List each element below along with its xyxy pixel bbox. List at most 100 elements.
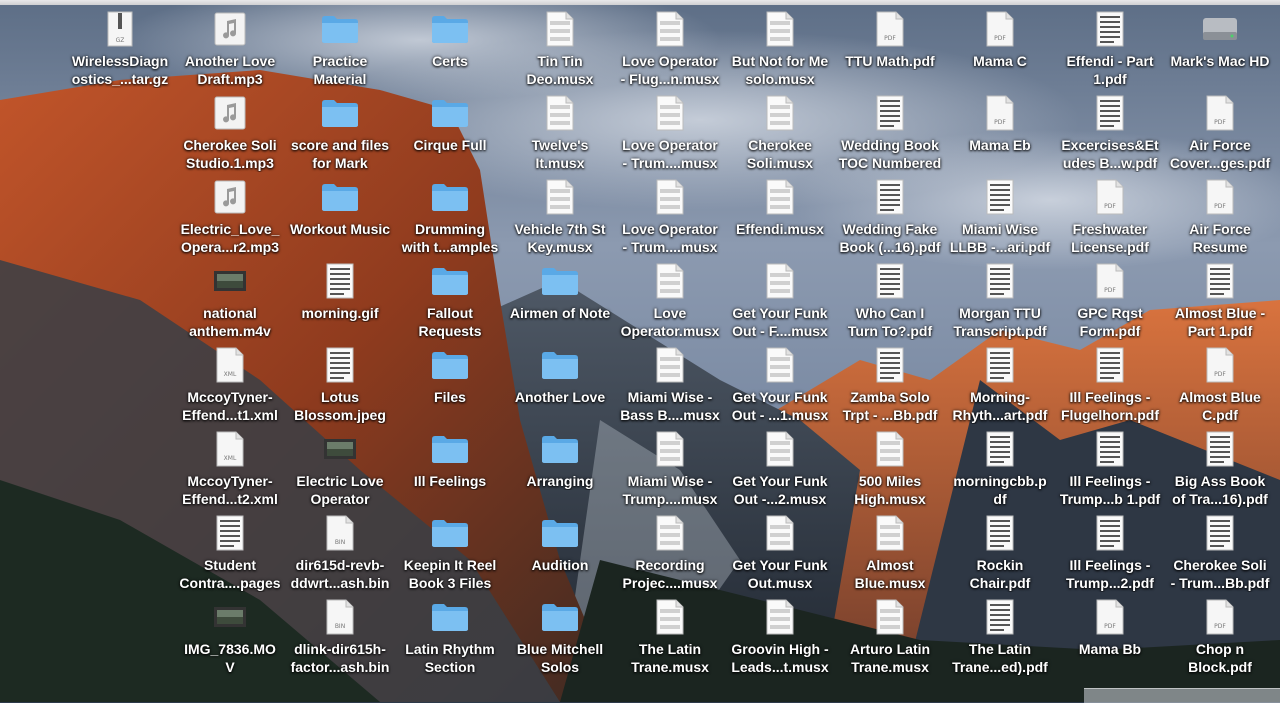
desktop-item[interactable]: Lotus Blossom.jpeg (285, 346, 395, 430)
desktop-item-label: Love Operator - Flug...n.musx (620, 53, 720, 87)
desktop-item[interactable]: Effendi.musx (725, 178, 835, 262)
desktop-item[interactable]: Big Ass Book of Tra...16).pdf (1165, 430, 1275, 514)
desktop-item[interactable]: Vehicle 7th St Key.musx (505, 178, 615, 262)
desktop-item[interactable]: PDF Chop n Block.pdf (1165, 598, 1275, 682)
desktop-item[interactable]: PDF Mama Eb (945, 94, 1055, 178)
desktop-item[interactable]: IMG_7836.MO V (175, 598, 285, 682)
desktop-item[interactable]: Drumming with t...amples (395, 178, 505, 262)
desktop-item[interactable]: Almost Blue - Part 1.pdf (1165, 262, 1275, 346)
desktop-item[interactable]: Miami Wise - Bass B....musx (615, 346, 725, 430)
desktop-item[interactable]: Another Love (505, 346, 615, 430)
folder-icon (427, 598, 473, 636)
desktop-item[interactable]: Effendi - Part 1.pdf (1055, 10, 1165, 94)
desktop-item-label: Ill Feelings - Flugelhorn.pdf (1061, 389, 1159, 423)
music-score-icon (647, 430, 693, 468)
desktop-item[interactable]: PDF Almost Blue C.pdf (1165, 346, 1275, 430)
desktop-item[interactable]: Rockin Chair.pdf (945, 514, 1055, 598)
desktop-item[interactable]: Get Your Funk Out -...2.musx (725, 430, 835, 514)
desktop-item-label: Mama C (973, 53, 1027, 69)
desktop-item[interactable]: Files (395, 346, 505, 430)
desktop-item[interactable]: Morgan TTU Transcript.pdf (945, 262, 1055, 346)
desktop-item[interactable]: Morning- Rhyth...art.pdf (945, 346, 1055, 430)
desktop-item[interactable]: PDF Mama Bb (1055, 598, 1165, 682)
desktop-item[interactable]: Cherokee Soli Studio.1.mp3 (175, 94, 285, 178)
desktop-item[interactable]: Cherokee Soli.musx (725, 94, 835, 178)
svg-text:PDF: PDF (994, 119, 1006, 126)
binary-file-icon: BIN (317, 514, 363, 552)
desktop-item[interactable]: Get Your Funk Out - F....musx (725, 262, 835, 346)
pdf-file-icon (1087, 10, 1133, 48)
desktop-item[interactable]: Arturo Latin Trane.musx (835, 598, 945, 682)
desktop-item[interactable]: Excercises&Et udes B...w.pdf (1055, 94, 1165, 178)
desktop-item[interactable]: GZ WirelessDiagn ostics_...tar.gz (65, 10, 175, 94)
desktop-item[interactable]: PDF Air Force Cover...ges.pdf (1165, 94, 1275, 178)
desktop-item[interactable]: Get Your Funk Out.musx (725, 514, 835, 598)
desktop-item[interactable]: But Not for Me solo.musx (725, 10, 835, 94)
desktop-item[interactable]: Electric Love Operator (285, 430, 395, 514)
desktop-item-label: Effendi.musx (736, 221, 824, 237)
desktop-item[interactable]: Audition (505, 514, 615, 598)
desktop-item[interactable]: PDF Freshwater License.pdf (1055, 178, 1165, 262)
desktop-item[interactable]: Arranging (505, 430, 615, 514)
desktop-item[interactable]: Another Love Draft.mp3 (175, 10, 285, 94)
music-score-icon (757, 178, 803, 216)
pdf-file-icon (867, 346, 913, 384)
music-score-icon (757, 94, 803, 132)
desktop-item[interactable]: Almost Blue.musx (835, 514, 945, 598)
desktop-item[interactable]: Recording Projec....musx (615, 514, 725, 598)
desktop-item[interactable]: Practice Material (285, 10, 395, 94)
music-score-icon (537, 10, 583, 48)
desktop-item[interactable]: Airmen of Note (505, 262, 615, 346)
desktop-item[interactable]: Love Operator.musx (615, 262, 725, 346)
desktop-item[interactable]: Love Operator - Trum....musx (615, 178, 725, 262)
desktop-item[interactable]: Zamba Solo Trpt - ...Bb.pdf (835, 346, 945, 430)
desktop-item[interactable]: PDF Air Force Resume (1165, 178, 1275, 262)
desktop-item[interactable]: morning.gif (285, 262, 395, 346)
desktop-item[interactable]: BIN dlink-dir615h- factor...ash.bin (285, 598, 395, 682)
music-score-icon (537, 94, 583, 132)
desktop-item[interactable]: Love Operator - Flug...n.musx (615, 10, 725, 94)
desktop-item[interactable]: Cirque Full (395, 94, 505, 178)
desktop-item[interactable]: BIN dir615d-revb- ddwrt...ash.bin (285, 514, 395, 598)
desktop-item-label: Get Your Funk Out - F....musx (732, 305, 828, 339)
desktop-item[interactable]: Miami Wise - Trump....musx (615, 430, 725, 514)
desktop-item[interactable]: PDF Mama C (945, 10, 1055, 94)
desktop-item[interactable]: Groovin High - Leads...t.musx (725, 598, 835, 682)
desktop-item[interactable]: Blue Mitchell Solos (505, 598, 615, 682)
desktop-item[interactable]: PDF GPC Rqst Form.pdf (1055, 262, 1165, 346)
desktop-item[interactable]: Cherokee Soli - Trum...Bb.pdf (1165, 514, 1275, 598)
desktop-item[interactable]: score and files for Mark (285, 94, 395, 178)
music-score-icon (647, 598, 693, 636)
desktop-item[interactable]: Certs (395, 10, 505, 94)
desktop-item[interactable]: Twelve's It.musx (505, 94, 615, 178)
desktop-item[interactable]: Electric_Love_ Opera...r2.mp3 (175, 178, 285, 262)
desktop-item[interactable]: Miami Wise LLBB -...ari.pdf (945, 178, 1055, 262)
desktop-item[interactable]: Latin Rhythm Section (395, 598, 505, 682)
desktop-item[interactable]: XML MccoyTyner- Effend...t2.xml (175, 430, 285, 514)
desktop-item[interactable]: Ill Feelings - Trump...b 1.pdf (1055, 430, 1165, 514)
desktop-item[interactable]: Wedding Book TOC Numbered (835, 94, 945, 178)
desktop-item[interactable]: Who Can I Turn To?.pdf (835, 262, 945, 346)
desktop-item[interactable]: Mark's Mac HD (1165, 10, 1275, 94)
music-score-icon (757, 598, 803, 636)
desktop-item[interactable]: Wedding Fake Book (...16).pdf (835, 178, 945, 262)
desktop-item[interactable]: Love Operator - Trum....musx (615, 94, 725, 178)
desktop-item[interactable]: Ill Feelings (395, 430, 505, 514)
desktop-item[interactable]: Tin Tin Deo.musx (505, 10, 615, 94)
desktop-item[interactable]: 500 Miles High.musx (835, 430, 945, 514)
desktop-item[interactable]: Get Your Funk Out - ...1.musx (725, 346, 835, 430)
desktop-item[interactable]: Keepin It Reel Book 3 Files (395, 514, 505, 598)
desktop-item[interactable]: The Latin Trane...ed).pdf (945, 598, 1055, 682)
desktop-item[interactable]: Workout Music (285, 178, 395, 262)
desktop-item[interactable]: XML McсoyTyner- Effend...t1.xml (175, 346, 285, 430)
desktop-item[interactable]: morningcbb.p df (945, 430, 1055, 514)
desktop-item[interactable]: Student Contra....pages (175, 514, 285, 598)
desktop-item[interactable]: Ill Feelings - Trump...2.pdf (1055, 514, 1165, 598)
pdf-file-icon: PDF (1197, 94, 1243, 132)
desktop-item[interactable]: The Latin Trane.musx (615, 598, 725, 682)
desktop-item[interactable]: Fallout Requests (395, 262, 505, 346)
desktop-item[interactable]: Ill Feelings - Flugelhorn.pdf (1055, 346, 1165, 430)
desktop-item[interactable]: PDF TTU Math.pdf (835, 10, 945, 94)
desktop-item[interactable]: national anthem.m4v (175, 262, 285, 346)
desktop-item-label: Cherokee Soli - Trum...Bb.pdf (1170, 557, 1270, 591)
